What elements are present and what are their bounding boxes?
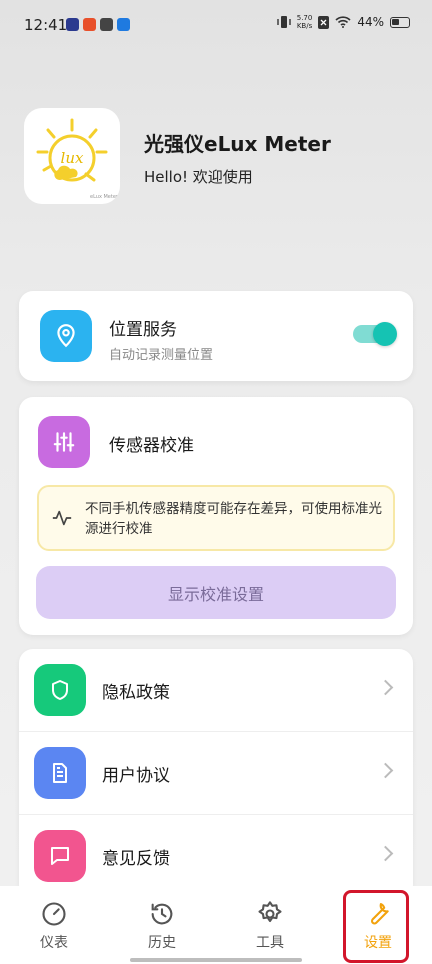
bulb-logo-icon: lux eLux Meter — [36, 118, 119, 200]
app-subtitle: Hello! 欢迎使用 — [144, 168, 253, 186]
agreement-icon-box — [34, 747, 86, 799]
nav-tools[interactable]: 工具 — [216, 886, 324, 964]
menu-item-privacy[interactable]: 隐私政策 — [19, 649, 413, 731]
vibrate-icon — [277, 16, 291, 28]
message-icon — [51, 847, 69, 865]
notification-app-icon — [100, 18, 113, 31]
location-toggle[interactable] — [353, 322, 397, 346]
notification-icons — [66, 18, 130, 31]
sensor-calibration-card: 传感器校准 不同手机传感器精度可能存在差异，可使用标准光源进行校准 显示校准设置 — [19, 397, 413, 635]
calibration-icon-box — [38, 416, 90, 468]
notification-app-icon — [83, 18, 96, 31]
net-speed-unit: KB/s — [296, 22, 313, 30]
battery-percent: 44% — [357, 15, 384, 29]
chevron-right-icon — [377, 845, 394, 862]
document-icon — [53, 763, 67, 783]
menu-item-label: 隐私政策 — [102, 683, 170, 703]
calibration-tip-text: 不同手机传感器精度可能存在差异，可使用标准光源进行校准 — [85, 501, 382, 537]
battery-icon — [390, 16, 410, 28]
logo-text: lux — [61, 149, 84, 167]
location-icon-box — [40, 310, 92, 362]
location-title: 位置服务 — [109, 320, 177, 340]
notification-app-icon — [117, 18, 130, 31]
menu-item-feedback[interactable]: 意见反馈 — [19, 815, 413, 897]
location-service-card: 位置服务 自动记录测量位置 — [19, 291, 413, 381]
gauge-icon — [42, 902, 66, 926]
notification-app-icon — [66, 18, 79, 31]
net-speed-value: 5.70 — [296, 14, 313, 22]
net-speed: 5.70 KB/s — [297, 14, 313, 30]
nav-label: 历史 — [148, 935, 176, 951]
history-icon — [151, 903, 173, 925]
chevron-right-icon — [377, 679, 394, 696]
privacy-icon-box — [34, 664, 86, 716]
location-subtitle: 自动记录测量位置 — [109, 348, 214, 363]
calibration-title: 传感器校准 — [109, 436, 194, 456]
status-bar: 12:41 5.70 KB/s 44% — [0, 0, 432, 52]
menu-item-label: 意见反馈 — [102, 849, 170, 869]
nav-label: 工具 — [256, 935, 284, 951]
sim-icon — [318, 15, 330, 29]
menu-item-user-agreement[interactable]: 用户协议 — [19, 732, 413, 814]
status-right: 5.70 KB/s 44% — [277, 14, 410, 30]
nav-label: 仪表 — [40, 935, 68, 951]
shield-icon — [52, 680, 68, 700]
activity-icon — [52, 510, 72, 526]
chevron-right-icon — [377, 762, 394, 779]
app-title: 光强仪eLux Meter — [144, 132, 331, 156]
wifi-icon — [335, 16, 351, 28]
nav-meter[interactable]: 仪表 — [0, 886, 108, 964]
toggle-knob — [373, 322, 397, 346]
show-calibration-button[interactable]: 显示校准设置 — [36, 566, 396, 619]
nav-history[interactable]: 历史 — [108, 886, 216, 964]
feedback-icon-box — [34, 830, 86, 882]
sliders-icon — [53, 432, 75, 452]
status-time: 12:41 — [24, 16, 68, 34]
settings-highlight-box — [343, 890, 409, 963]
menu-card: 隐私政策 用户协议 意见反馈 — [19, 649, 413, 899]
calibration-tip: 不同手机传感器精度可能存在差异，可使用标准光源进行校准 — [37, 485, 395, 551]
gear-icon — [258, 901, 282, 923]
menu-item-label: 用户协议 — [102, 766, 170, 786]
app-logo: lux eLux Meter — [24, 108, 120, 204]
logo-caption: eLux Meter — [90, 194, 119, 200]
location-pin-icon — [57, 324, 75, 348]
home-indicator[interactable] — [130, 958, 302, 962]
